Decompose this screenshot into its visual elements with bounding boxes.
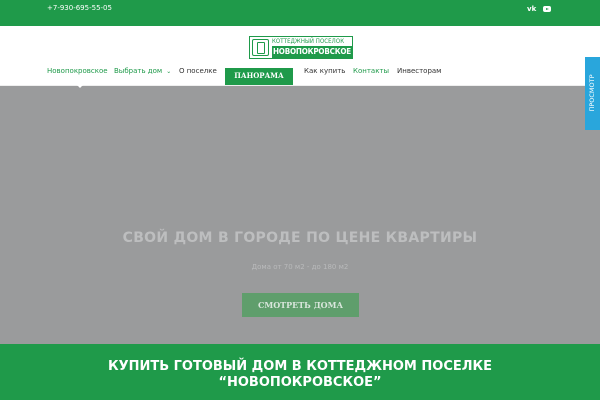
nav-item-choose-house[interactable]: Выбрать дом ⌄ — [114, 67, 171, 75]
site-logo[interactable]: КОТТЕДЖНЫЙ ПОСЕЛОК НОВОПОКРОВСКОЕ — [249, 36, 353, 59]
top-bar: +7-930-695-55-05 vk — [0, 0, 600, 26]
logo-title: НОВОПОКРОВСКОЕ — [272, 46, 352, 58]
nav-item-how-to-buy[interactable]: Как купить — [304, 67, 345, 75]
nav-item-novopokrovskoe[interactable]: Новопокровское — [47, 67, 108, 75]
panorama-button[interactable]: ПАНОРАМА — [225, 68, 293, 85]
chevron-down-icon: ⌄ — [166, 68, 172, 75]
hero-subtitle: Дома от 70 м2 - до 180 м2 — [251, 263, 349, 271]
hero-title: СВОЙ ДОМ В ГОРОДЕ ПО ЦЕНЕ КВАРТИРЫ — [122, 230, 478, 246]
nav-item-about[interactable]: О поселке — [179, 67, 217, 75]
side-tab-label: ПРОСМОТР — [588, 74, 596, 112]
youtube-icon[interactable] — [543, 6, 551, 12]
active-nav-indicator — [76, 84, 84, 88]
logo-subtitle: КОТТЕДЖНЫЙ ПОСЕЛОК — [272, 38, 345, 45]
nav-item-contacts[interactable]: Контакты — [353, 67, 389, 75]
banner-heading-line2: “НОВОПОКРОВСКОЕ” — [218, 375, 382, 390]
phone-number[interactable]: +7-930-695-55-05 — [47, 4, 112, 12]
nav-item-label: Выбрать дом — [114, 67, 163, 75]
nav-item-investors[interactable]: Инвесторам — [397, 67, 441, 75]
vk-icon[interactable]: vk — [527, 5, 536, 13]
banner-heading-line1: КУПИТЬ ГОТОВЫЙ ДОМ В КОТТЕДЖНОМ ПОСЕЛКЕ — [107, 359, 493, 374]
monogram-emblem-icon — [252, 39, 269, 56]
view-houses-button[interactable]: СМОТРЕТЬ ДОМА — [242, 293, 359, 317]
main-nav: Новопокровское Выбрать дом ⌄ О поселке Ка… — [0, 64, 600, 86]
